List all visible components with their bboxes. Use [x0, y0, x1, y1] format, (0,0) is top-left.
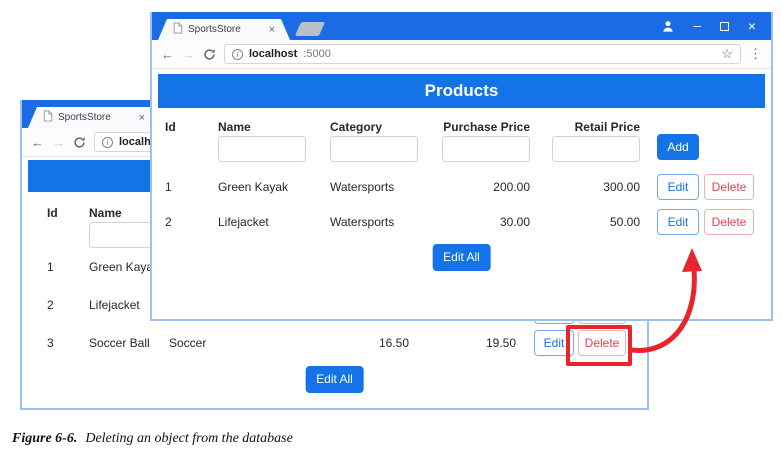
new-tab-button[interactable] — [294, 22, 326, 36]
front-nav-back-icon[interactable]: ← — [161, 48, 174, 61]
name-filter-input[interactable] — [218, 136, 306, 162]
maximize-button[interactable] — [719, 21, 729, 31]
front-url-port: :5000 — [303, 48, 331, 60]
front-browser-window: SportsStore × – × ← → i localhost:5000 … — [150, 12, 773, 321]
front-url-bar[interactable]: i localhost :5000 ☆ — [224, 44, 741, 64]
back-nav-forward-icon[interactable]: → — [52, 136, 65, 149]
front-tab-sportsstore[interactable]: SportsStore × — [158, 19, 290, 40]
cell-id: 1 — [47, 260, 54, 274]
front-products-header: Products — [158, 74, 765, 108]
cell-id: 2 — [165, 215, 172, 229]
window-controls: – × — [661, 12, 771, 40]
front-tab-title: SportsStore — [188, 24, 241, 35]
cell-id: 1 — [165, 180, 172, 194]
back-tab-sportsstore[interactable]: SportsStore × — [28, 107, 160, 128]
edit-button[interactable]: Edit — [657, 209, 699, 235]
col-header-category: Category — [330, 120, 383, 134]
category-filter-input[interactable] — [330, 136, 418, 162]
back-nav-back-icon[interactable]: ← — [31, 136, 44, 149]
browser-menu-icon[interactable]: ⋮ — [749, 46, 762, 62]
add-button[interactable]: Add — [657, 134, 699, 160]
page-favicon-icon — [173, 22, 183, 37]
purchase-filter-input[interactable] — [442, 136, 530, 162]
delete-button[interactable]: Delete — [704, 209, 754, 235]
back-tab-title: SportsStore — [58, 112, 111, 123]
front-table-row-1: 1 Green Kayak Watersports 200.00 300.00 … — [152, 172, 771, 202]
minimize-button[interactable]: – — [694, 19, 701, 32]
front-reload-icon[interactable] — [203, 48, 216, 61]
bookmark-star-icon[interactable]: ☆ — [721, 46, 733, 62]
delete-highlight-box — [566, 325, 632, 366]
cell-name: Green Kayak — [89, 260, 160, 274]
profile-icon[interactable] — [661, 19, 675, 33]
cell-name: Green Kayak — [218, 180, 289, 194]
cell-id: 2 — [47, 298, 54, 312]
figure-page: SportsStore × ← → i localhost :5000 Prod… — [0, 0, 782, 458]
edit-button[interactable]: Edit — [657, 174, 699, 200]
back-table-row-3: 3 Soccer Ball Soccer 16.50 19.50 Edit De… — [22, 328, 647, 358]
front-tab-close-icon[interactable]: × — [269, 24, 275, 36]
back-info-icon[interactable]: i — [102, 136, 113, 148]
col-header-id: Id — [165, 120, 176, 134]
page-favicon-icon — [43, 110, 53, 125]
cell-name: Lifejacket — [218, 215, 269, 229]
front-toolbar: ← → i localhost :5000 ☆ ⋮ — [152, 40, 771, 69]
front-nav-forward-icon[interactable]: → — [182, 48, 195, 61]
front-table-row-2: 2 Lifejacket Watersports 30.00 50.00 Edi… — [152, 207, 771, 237]
cell-name: Lifejacket — [89, 298, 140, 312]
figure-caption: Figure 6-6. Deleting an object from the d… — [12, 431, 293, 447]
figure-caption-text: Deleting an object from the database — [85, 431, 293, 446]
back-col-header-name: Name — [89, 206, 122, 220]
cell-retail: 50.00 — [609, 215, 640, 229]
cell-name: Soccer Ball — [89, 336, 150, 350]
back-edit-all-button[interactable]: Edit All — [305, 366, 364, 393]
back-reload-icon[interactable] — [73, 136, 86, 149]
cell-category: Watersports — [330, 180, 395, 194]
cell-retail: 300.00 — [603, 180, 640, 194]
front-titlebar: SportsStore × – × — [152, 12, 771, 40]
col-header-name: Name — [218, 120, 251, 134]
retail-filter-input[interactable] — [552, 136, 640, 162]
cell-retail: 19.50 — [485, 336, 516, 350]
front-info-icon[interactable]: i — [232, 48, 243, 60]
cell-id: 3 — [47, 336, 54, 350]
back-tab-close-icon[interactable]: × — [139, 112, 145, 124]
cell-category: Watersports — [330, 215, 395, 229]
close-button[interactable]: × — [748, 18, 756, 34]
delete-button[interactable]: Delete — [704, 174, 754, 200]
front-edit-all-button[interactable]: Edit All — [432, 244, 491, 271]
back-col-header-id: Id — [47, 206, 58, 220]
front-url-host: localhost — [249, 48, 298, 60]
col-header-retail: Retail Price — [574, 120, 640, 134]
figure-caption-label: Figure 6-6. — [12, 431, 78, 446]
cell-category: Soccer — [169, 336, 207, 350]
